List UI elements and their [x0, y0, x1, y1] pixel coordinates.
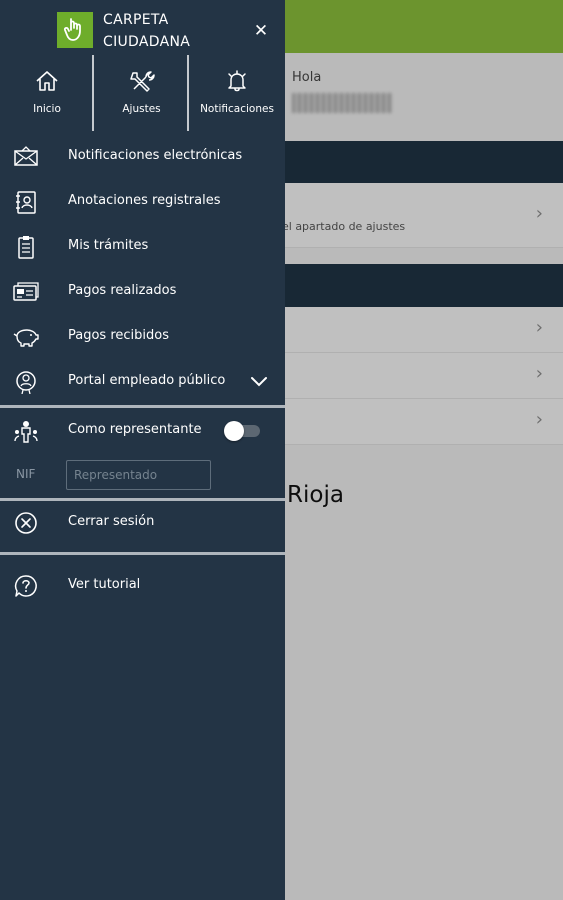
- nav-ajustes[interactable]: Ajustes: [95, 55, 188, 131]
- menu-label: Mis trámites: [68, 238, 149, 253]
- nif-representado-input[interactable]: [66, 460, 211, 490]
- chevron-down-icon[interactable]: [249, 374, 269, 388]
- app-title: CARPETA CIUDADANA: [103, 9, 190, 53]
- app-title-line1: CARPETA: [103, 12, 169, 28]
- contact-book-icon: [16, 191, 36, 214]
- menu-label: Ver tutorial: [68, 577, 141, 592]
- app-title-line2: CIUDADANA: [103, 34, 191, 50]
- menu-label: Cerrar sesión: [68, 514, 155, 529]
- hand-touch-icon: [63, 18, 81, 41]
- menu-label: Pagos realizados: [68, 283, 177, 298]
- menu-pagos-realizados[interactable]: Pagos realizados: [0, 270, 285, 314]
- nav-inicio-label: Inicio: [33, 103, 61, 115]
- help-bubble-icon: [14, 575, 37, 597]
- menu-mis-tramites[interactable]: Mis trámites: [0, 225, 285, 269]
- nav-divider: [187, 55, 189, 131]
- menu-label: Anotaciones registrales: [68, 193, 221, 208]
- employee-portal-icon: [16, 371, 36, 394]
- menu-notificaciones-electronicas[interactable]: Notificaciones electrónicas: [0, 135, 285, 179]
- piggy-bank-icon: [13, 329, 39, 347]
- menu-label: Pagos recibidos: [68, 328, 169, 343]
- representative-label: Como representante: [68, 422, 202, 437]
- app-logo: [57, 12, 93, 48]
- nav-inicio[interactable]: Inicio: [0, 55, 94, 131]
- clipboard-icon: [18, 236, 34, 259]
- menu-divider: [0, 552, 285, 555]
- menu-anotaciones-registrales[interactable]: Anotaciones registrales: [0, 180, 285, 224]
- menu-cerrar-sesion[interactable]: Cerrar sesión: [0, 501, 285, 545]
- drawer-top-nav: Inicio Ajustes Notificaciones: [0, 55, 285, 131]
- representative-icon: [14, 421, 38, 443]
- representative-toggle[interactable]: [224, 421, 260, 441]
- close-circle-icon: [15, 512, 37, 534]
- menu-ver-tutorial[interactable]: Ver tutorial: [0, 564, 285, 608]
- menu-pagos-recibidos[interactable]: Pagos recibidos: [0, 315, 285, 359]
- envelope-icon: [14, 146, 38, 166]
- menu-portal-empleado-publico[interactable]: Portal empleado público: [0, 360, 285, 404]
- nav-divider: [92, 55, 94, 131]
- menu-label: Portal empleado público: [68, 373, 226, 388]
- bell-icon: [228, 70, 246, 92]
- nav-ajustes-label: Ajustes: [122, 103, 161, 115]
- menu-label: Notificaciones electrónicas: [68, 148, 243, 163]
- tools-icon: [129, 71, 155, 92]
- close-drawer-button[interactable]: ✕: [250, 20, 272, 42]
- nav-notificaciones[interactable]: Notificaciones: [189, 55, 285, 131]
- navigation-drawer: CARPETA CIUDADANA ✕ Inicio Ajustes Notif…: [0, 0, 285, 900]
- toggle-knob: [224, 421, 244, 441]
- home-icon: [36, 71, 58, 91]
- payment-card-icon: [13, 282, 39, 301]
- menu-divider: [0, 405, 285, 408]
- nif-label: NIF: [16, 467, 36, 481]
- nav-notificaciones-label: Notificaciones: [200, 103, 274, 115]
